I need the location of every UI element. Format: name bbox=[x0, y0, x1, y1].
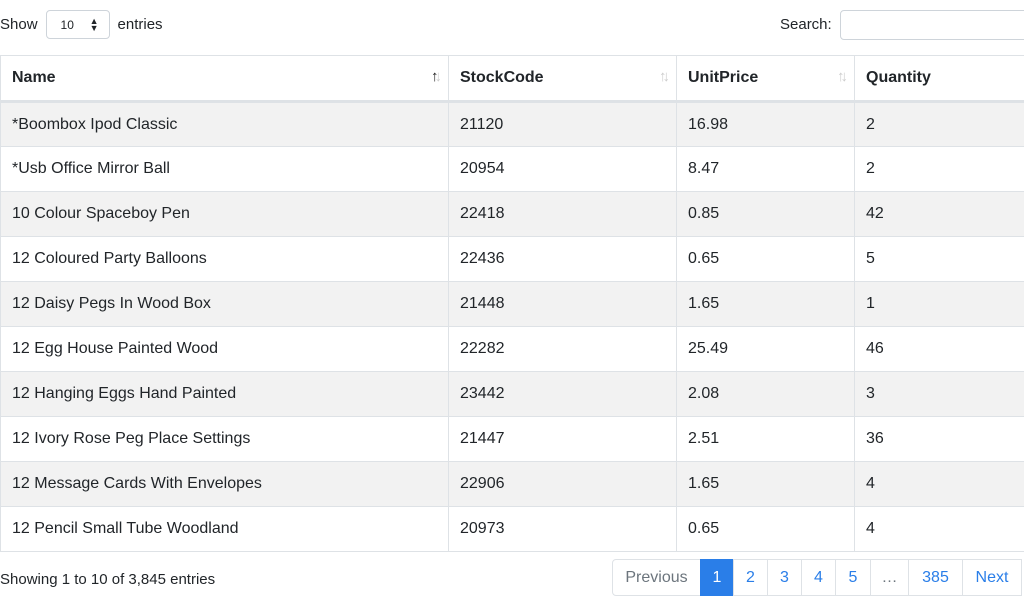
cell-quantity: 2 bbox=[854, 146, 1024, 192]
cell-stockcode: 21448 bbox=[448, 281, 677, 327]
column-header-label: StockCode bbox=[460, 69, 544, 86]
cell-name: 10 Colour Spaceboy Pen bbox=[0, 191, 449, 237]
sort-icon: ↑↓ bbox=[659, 68, 670, 85]
cell-stockcode: 23442 bbox=[448, 371, 677, 417]
table-row: 12 Pencil Small Tube Woodland 20973 0.65 4 bbox=[0, 506, 1024, 552]
data-table: Name ↑↓ StockCode ↑↓ UnitPrice ↑↓ Quantity↑↓ *… bbox=[0, 55, 1024, 552]
page-ellipsis-button: … bbox=[870, 559, 909, 596]
table-info: Showing 1 to 10 of 3,845 entries bbox=[0, 571, 216, 588]
pagination: Previous 1 2 3 4 5… 385 Next bbox=[612, 559, 1022, 596]
cell-unitprice: 0.65 bbox=[676, 506, 855, 552]
column-header-quantity[interactable]: Quantity↑↓ bbox=[854, 55, 1024, 103]
cell-name: 12 Daisy Pegs In Wood Box bbox=[0, 281, 449, 327]
table-row: 12 Daisy Pegs In Wood Box 21448 1.65 1 bbox=[0, 281, 1024, 327]
entries-select[interactable]: 10 ▲ ▼ bbox=[45, 10, 110, 39]
cell-name: 12 Hanging Eggs Hand Painted bbox=[0, 371, 449, 417]
search-label: Search: bbox=[780, 16, 832, 33]
column-header-label: UnitPrice bbox=[688, 69, 759, 86]
page-2-button[interactable]: 2 bbox=[733, 559, 768, 596]
entries-label: entries bbox=[117, 16, 163, 33]
cell-stockcode: 22906 bbox=[448, 461, 677, 507]
cell-quantity: 1 bbox=[854, 281, 1024, 327]
table-row: 12 Egg House Painted Wood 22282 25.49 46 bbox=[0, 326, 1024, 372]
cell-unitprice: 1.65 bbox=[676, 281, 855, 327]
cell-quantity: 36 bbox=[854, 416, 1024, 462]
cell-name: 12 Pencil Small Tube Woodland bbox=[0, 506, 449, 552]
cell-quantity: 4 bbox=[854, 506, 1024, 552]
cell-quantity: 3 bbox=[854, 371, 1024, 417]
page-5-button[interactable]: 5 bbox=[835, 559, 871, 596]
cell-name: 12 Ivory Rose Peg Place Settings bbox=[0, 416, 449, 462]
cell-name: 12 Coloured Party Balloons bbox=[0, 236, 449, 282]
search-input[interactable] bbox=[839, 9, 1024, 40]
cell-name: *Boombox Ipod Classic bbox=[0, 101, 449, 147]
table-row: 10 Colour Spaceboy Pen 22418 0.85 42 bbox=[0, 191, 1024, 237]
page-3-button[interactable]: 3 bbox=[767, 559, 802, 596]
search-control: Search: bbox=[780, 9, 1024, 40]
cell-unitprice: 2.51 bbox=[676, 416, 855, 462]
table-row: 12 Hanging Eggs Hand Painted 23442 2.08 3 bbox=[0, 371, 1024, 417]
cell-stockcode: 22418 bbox=[448, 191, 677, 237]
cell-quantity: 4 bbox=[854, 461, 1024, 507]
cell-unitprice: 1.65 bbox=[676, 461, 855, 507]
cell-unitprice: 0.65 bbox=[676, 236, 855, 282]
cell-quantity: 42 bbox=[854, 191, 1024, 237]
select-arrows-icon: ▲ ▼ bbox=[89, 15, 99, 33]
page-1-button[interactable]: 1 bbox=[700, 559, 734, 596]
cell-unitprice: 0.85 bbox=[676, 191, 855, 237]
cell-quantity: 2 bbox=[854, 101, 1024, 147]
cell-name: 12 Egg House Painted Wood bbox=[0, 326, 449, 372]
column-header-name[interactable]: Name ↑↓ bbox=[0, 55, 449, 103]
cell-unitprice: 2.08 bbox=[676, 371, 855, 417]
sort-icon: ↑↓ bbox=[431, 68, 442, 85]
table-row: 12 Message Cards With Envelopes 22906 1.65… bbox=[0, 461, 1024, 507]
column-header-label: Quantity bbox=[866, 69, 931, 86]
cell-unitprice: 25.49 bbox=[676, 326, 855, 372]
cell-unitprice: 16.98 bbox=[676, 101, 855, 147]
cell-stockcode: 21120 bbox=[448, 101, 677, 147]
sort-icon: ↑↓ bbox=[837, 68, 848, 85]
show-label: Show bbox=[0, 16, 38, 33]
table-row: *Boombox Ipod Classic 21120 16.98 2 bbox=[0, 101, 1024, 147]
cell-quantity: 5 bbox=[854, 236, 1024, 282]
entries-select-value: 10 bbox=[60, 17, 74, 32]
length-control: Show 10 ▲ ▼ entries bbox=[0, 10, 163, 39]
table-row: *Usb Office Mirror Ball 20954 8.47 2 bbox=[0, 146, 1024, 192]
previous-button[interactable]: Previous bbox=[612, 559, 701, 596]
page-4-button[interactable]: 4 bbox=[801, 559, 836, 596]
cell-unitprice: 8.47 bbox=[676, 146, 855, 192]
cell-stockcode: 22282 bbox=[448, 326, 677, 372]
cell-stockcode: 20954 bbox=[448, 146, 677, 192]
cell-name: 12 Message Cards With Envelopes bbox=[0, 461, 449, 507]
cell-stockcode: 20973 bbox=[448, 506, 677, 552]
cell-name: *Usb Office Mirror Ball bbox=[0, 146, 449, 192]
next-button[interactable]: Next bbox=[962, 559, 1022, 596]
column-header-unitprice[interactable]: UnitPrice ↑↓ bbox=[676, 55, 855, 103]
cell-stockcode: 22436 bbox=[448, 236, 677, 282]
cell-stockcode: 21447 bbox=[448, 416, 677, 462]
page-385-button[interactable]: 385 bbox=[908, 559, 963, 596]
table-row: 12 Coloured Party Balloons 22436 0.65 5 bbox=[0, 236, 1024, 282]
column-header-label: Name bbox=[12, 69, 56, 86]
table-row: 12 Ivory Rose Peg Place Settings 21447 2.5… bbox=[0, 416, 1024, 462]
column-header-stockcode[interactable]: StockCode ↑↓ bbox=[448, 55, 677, 103]
cell-quantity: 46 bbox=[854, 326, 1024, 372]
